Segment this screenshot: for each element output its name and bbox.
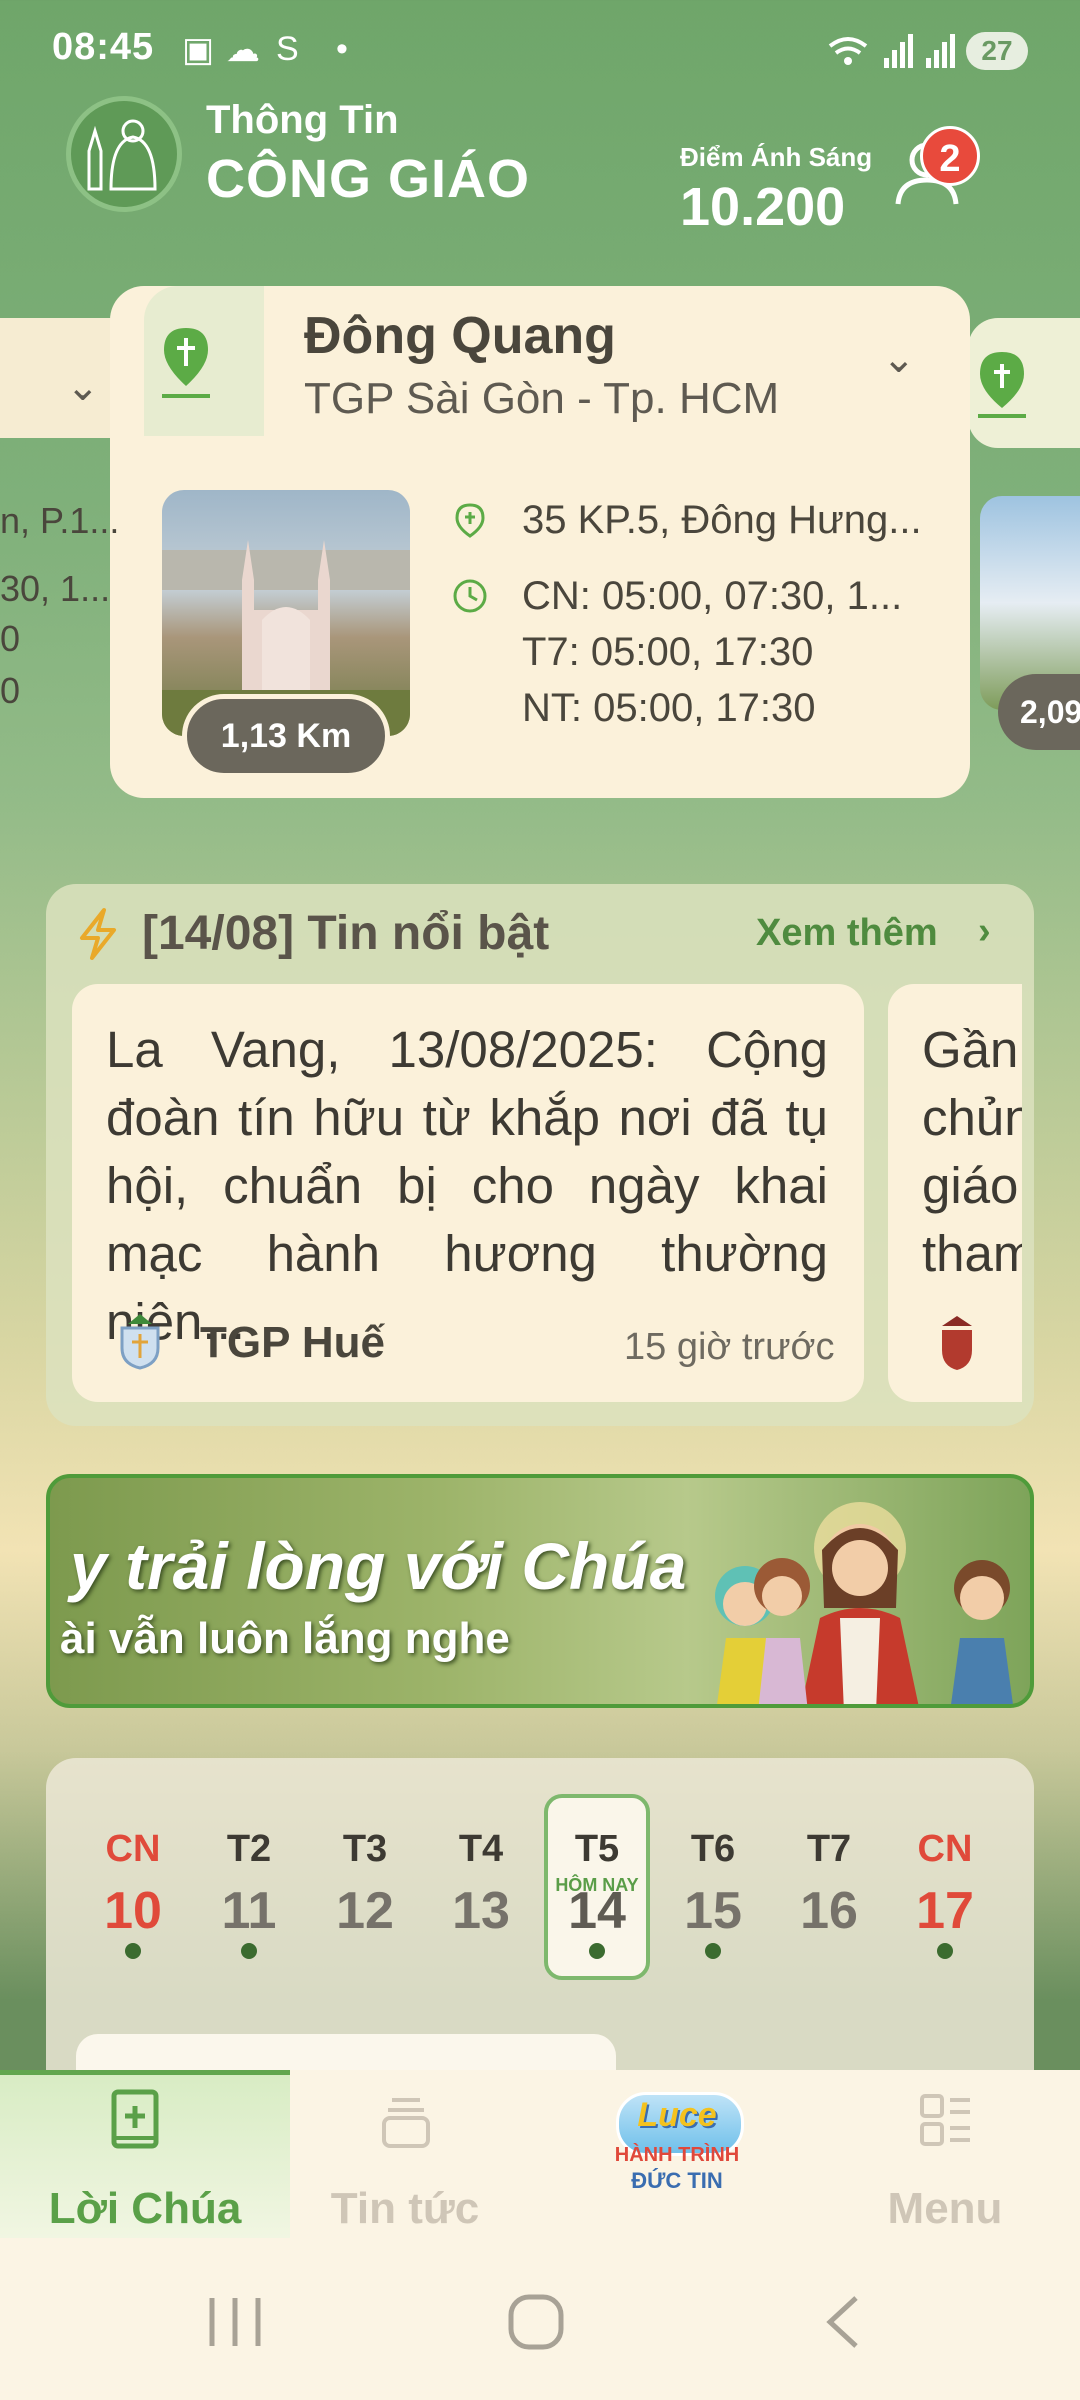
clock-icon bbox=[453, 579, 487, 613]
notification-badge[interactable]: 2 bbox=[920, 126, 980, 186]
app-logo[interactable] bbox=[66, 96, 182, 212]
calendar-week bbox=[46, 1758, 1034, 2078]
nav-item-menu[interactable]: Menu bbox=[800, 2184, 1080, 2234]
diocese-crest-icon bbox=[942, 1316, 972, 1370]
home-icon[interactable] bbox=[506, 2292, 566, 2352]
stack-icon[interactable] bbox=[378, 2092, 434, 2150]
news-excerpt: La Vang, 13/08/2025: Cộng đoàn tín hữu t… bbox=[106, 1021, 828, 1350]
calendar-day[interactable]: CN 17 bbox=[900, 1828, 990, 1959]
calendar-day[interactable]: T4 13 bbox=[436, 1828, 526, 1959]
nav-item-loi-chua[interactable]: Lời Chúa bbox=[0, 2184, 290, 2234]
wifi-signal-icon bbox=[828, 34, 955, 68]
screenshot-icon: ▣ bbox=[182, 31, 215, 69]
see-more-link[interactable]: Xem thêm bbox=[756, 912, 938, 955]
promo-banner[interactable]: y trải lòng với Chúa ài vẫn luôn lắng ng… bbox=[46, 1474, 1034, 1708]
points-value[interactable]: 10.200 bbox=[680, 176, 845, 238]
calendar-day[interactable]: T2 11 bbox=[204, 1828, 294, 1959]
schedule-sunday: CN: 05:00, 07:30, 1... bbox=[522, 574, 903, 618]
calendar-day[interactable]: T7 16 bbox=[784, 1828, 874, 1959]
distance-pill: 1,13 Km bbox=[182, 694, 390, 778]
s-app-icon: S bbox=[276, 30, 299, 68]
prev-card-schedule: 0 bbox=[0, 618, 21, 659]
news-time: 15 giờ trước bbox=[624, 1326, 835, 1368]
status-bar: 08:45 ▣ ☁ S • 27 bbox=[0, 0, 1080, 100]
brand-line-2: CÔNG GIÁO bbox=[206, 149, 531, 209]
church-address: 35 KP.5, Đông Hưng... bbox=[522, 498, 922, 542]
prev-card-address: n, P.1... bbox=[0, 500, 120, 541]
address-pin-icon bbox=[455, 503, 485, 538]
calendar-day[interactable]: CN 10 bbox=[88, 1828, 178, 1959]
recent-apps-icon[interactable] bbox=[200, 2292, 270, 2352]
calendar-day[interactable]: T3 12 bbox=[320, 1828, 410, 1959]
cloud-icon: ☁ bbox=[226, 31, 260, 69]
points-label: Điểm Ánh Sáng bbox=[680, 142, 873, 172]
schedule-saturday: T7: 05:00, 17:30 bbox=[522, 630, 814, 674]
diocese-crest-icon bbox=[120, 1314, 160, 1370]
back-icon[interactable] bbox=[820, 2292, 866, 2352]
brand-line-1: Thông Tin bbox=[206, 98, 399, 142]
prev-card-schedule: 0 bbox=[0, 670, 21, 711]
news-source: TGP Huế bbox=[200, 1318, 386, 1367]
news-section-title: [14/08] Tin nổi bật bbox=[142, 907, 550, 960]
location-pin-icon bbox=[162, 328, 210, 398]
banner-subtitle: ài vẫn luôn lắng nghe bbox=[60, 1614, 510, 1663]
calendar-day[interactable]: T6 15 bbox=[668, 1828, 758, 1959]
grid-list-icon[interactable] bbox=[918, 2092, 974, 2148]
dot-icon: • bbox=[336, 30, 348, 68]
church-diocese: TGP Sài Gòn - Tp. HCM bbox=[304, 374, 780, 423]
battery-indicator: 27 bbox=[966, 32, 1028, 70]
banner-title: y trải lòng với Chúa bbox=[70, 1529, 687, 1603]
nav-item-tin-tuc[interactable]: Tin tức bbox=[260, 2184, 550, 2234]
status-time: 08:45 bbox=[52, 26, 155, 68]
next-distance-pill: 2,09 bbox=[998, 674, 1080, 750]
chevron-down-icon[interactable]: ⌄ bbox=[66, 364, 100, 410]
bible-icon[interactable] bbox=[108, 2088, 162, 2152]
today-label: HÔM NAY bbox=[555, 1875, 639, 1895]
jesus-children-illustration bbox=[715, 1502, 1013, 1704]
news-excerpt-peek: Gần chủn giáo tham bbox=[922, 1021, 1022, 1282]
luce-logo[interactable]: Luce HÀNH TRÌNH ĐỨC TIN bbox=[602, 2092, 752, 2202]
location-pin-icon bbox=[978, 352, 1026, 418]
chevron-right-icon[interactable]: › bbox=[978, 910, 991, 953]
schedule-weekday: NT: 05:00, 17:30 bbox=[522, 686, 816, 730]
chevron-down-icon[interactable]: ⌄ bbox=[882, 336, 916, 382]
church-name[interactable]: Đông Quang bbox=[304, 306, 616, 366]
church-mary-logo-icon bbox=[87, 119, 157, 191]
lightning-icon bbox=[80, 908, 116, 960]
prev-card-schedule: 30, 1... bbox=[0, 568, 111, 609]
